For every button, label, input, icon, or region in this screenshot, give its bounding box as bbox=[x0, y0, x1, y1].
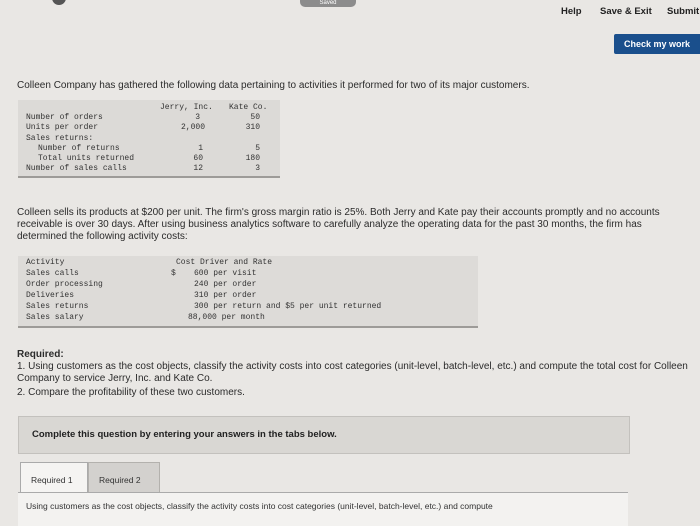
customer-data-table: Jerry, Inc. Kate Co. Number of orders 3 … bbox=[18, 100, 280, 178]
instructions-text: Complete this question by entering your … bbox=[32, 429, 337, 440]
table-row: Sales salary 88,000 per month bbox=[18, 312, 478, 323]
table-header-row: Activity Cost Driver and Rate bbox=[18, 257, 478, 268]
tab-label: Required 2 bbox=[99, 475, 141, 485]
save-exit-link[interactable]: Save & Exit bbox=[600, 6, 652, 17]
saved-indicator: Saved bbox=[300, 0, 356, 7]
tab-required-2[interactable]: Required 2 bbox=[88, 462, 160, 494]
table-row: Sales calls $ 600 per visit bbox=[18, 268, 478, 279]
submit-link[interactable]: Submit bbox=[667, 6, 699, 17]
table-row: Units per order 2,000 310 bbox=[18, 122, 280, 133]
header-activity: Activity bbox=[26, 258, 65, 267]
activity-name: Order processing bbox=[26, 280, 103, 289]
activity-cost-table: Activity Cost Driver and Rate Sales call… bbox=[18, 256, 478, 328]
jerry-value: 12 bbox=[193, 164, 203, 173]
table-row: Sales returns 300 per return and $5 per … bbox=[18, 301, 478, 312]
table-row: Deliveries 310 per order bbox=[18, 290, 478, 301]
help-link[interactable]: Help bbox=[561, 6, 582, 17]
required-item-2: 2. Compare the profitability of these tw… bbox=[17, 387, 245, 398]
required-item-1: 1. Using customers as the cost objects, … bbox=[17, 361, 688, 384]
tab-label: Required 1 bbox=[31, 475, 73, 485]
activity-name: Deliveries bbox=[26, 291, 75, 300]
tab-required-1[interactable]: Required 1 bbox=[20, 462, 88, 493]
menu-icon[interactable] bbox=[52, 0, 66, 5]
required-heading: Required: bbox=[17, 349, 64, 360]
top-bar: Saved Help Save & Exit Submit bbox=[0, 0, 700, 22]
jerry-value: 2,000 bbox=[180, 123, 205, 132]
row-label: Units per order bbox=[26, 123, 99, 132]
dollar-sign: $ bbox=[171, 269, 176, 278]
description-text: Colleen sells its products at $200 per u… bbox=[17, 207, 660, 242]
activity-name: Sales salary bbox=[26, 313, 84, 322]
rate-value: 88,000 per month bbox=[188, 313, 265, 322]
intro-text: Colleen Company has gathered the followi… bbox=[17, 80, 530, 91]
check-my-work-button[interactable]: Check my work bbox=[614, 34, 700, 54]
table-row: Number of sales calls 12 3 bbox=[18, 163, 280, 174]
rate-value: 310 per order bbox=[194, 291, 257, 300]
kate-value: 310 bbox=[245, 123, 260, 132]
rate-value: 240 per order bbox=[194, 280, 257, 289]
instructions-box: Complete this question by entering your … bbox=[18, 416, 630, 454]
tab-content: Using customers as the cost objects, cla… bbox=[18, 492, 628, 526]
table-row: Order processing 240 per order bbox=[18, 279, 478, 290]
rate-value: 600 per visit bbox=[194, 269, 257, 278]
row-label: Number of sales calls bbox=[26, 164, 127, 173]
activity-name: Sales returns bbox=[26, 302, 89, 311]
header-driver: Cost Driver and Rate bbox=[176, 258, 273, 267]
rate-value: 300 per return and $5 per unit returned bbox=[194, 302, 382, 311]
activity-name: Sales calls bbox=[26, 269, 79, 278]
kate-value: 3 bbox=[255, 164, 260, 173]
tab-content-text: Using customers as the cost objects, cla… bbox=[26, 501, 493, 511]
